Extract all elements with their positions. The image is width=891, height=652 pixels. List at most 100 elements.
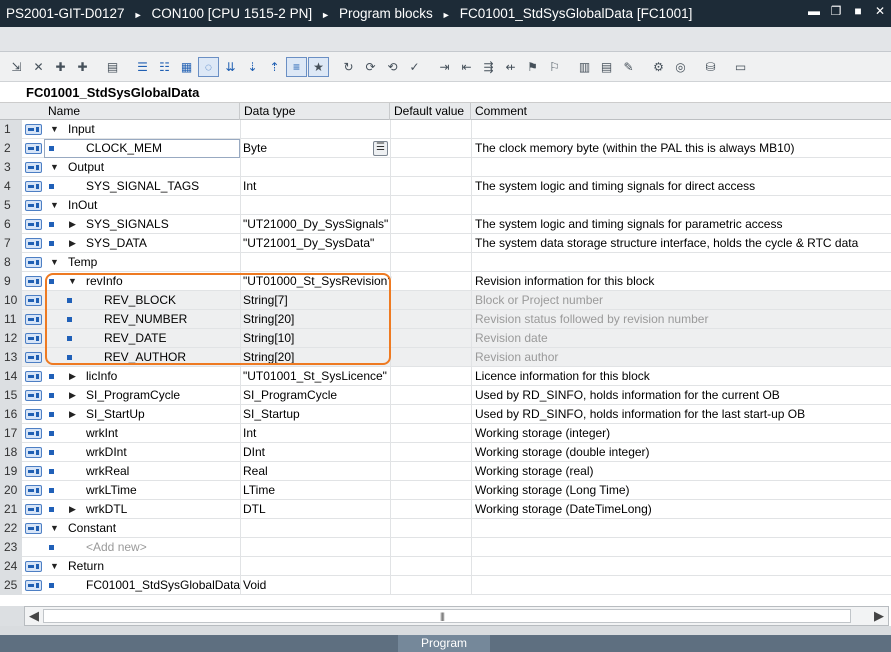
member-name[interactable]: SI_StartUp: [86, 405, 145, 424]
favorites-icon[interactable]: ★: [308, 56, 329, 77]
collapse-icon[interactable]: ⇡: [264, 57, 285, 77]
view-network-icon[interactable]: ☷: [154, 57, 175, 77]
comment-cell[interactable]: Block or Project number: [475, 291, 603, 310]
monitoring-icon[interactable]: ⚙: [648, 57, 669, 77]
row-number[interactable]: 6: [0, 215, 22, 234]
collapse-arrow-icon[interactable]: ▼: [50, 125, 59, 134]
column-header-default-value[interactable]: Default value: [390, 103, 471, 120]
bookmark-next-icon[interactable]: ⚐: [544, 57, 565, 77]
comment-cell[interactable]: Revision information for this block: [475, 272, 654, 291]
row-number[interactable]: 24: [0, 557, 22, 576]
collapse-arrow-icon[interactable]: ▼: [50, 524, 59, 533]
collapse-arrow-icon[interactable]: ▼: [50, 258, 59, 267]
row-number[interactable]: 20: [0, 481, 22, 500]
comment-cell[interactable]: Revision status followed by revision num…: [475, 310, 708, 329]
row-number[interactable]: 4: [0, 177, 22, 196]
table-row[interactable]: 19 wrkReal Real Working storage (real): [0, 462, 891, 481]
section-name[interactable]: Temp: [68, 253, 97, 272]
table-row[interactable]: 1 ▼ Input: [0, 120, 891, 139]
table-row[interactable]: 6 ▶ SYS_SIGNALS "UT21000_Dy_SysSignals" The …: [0, 215, 891, 234]
comment-icon[interactable]: ◌: [198, 56, 219, 77]
maximize-icon[interactable]: ■: [851, 4, 865, 18]
row-number[interactable]: 15: [0, 386, 22, 405]
comment-cell[interactable]: Revision date: [475, 329, 548, 348]
more-icon[interactable]: ▭: [730, 57, 751, 77]
table-row[interactable]: 20 wrkLTime LTime Working storage (Long Tim…: [0, 481, 891, 500]
row-number[interactable]: 14: [0, 367, 22, 386]
comment-cell[interactable]: The system data storage structure interf…: [475, 234, 858, 253]
row-number[interactable]: 13: [0, 348, 22, 367]
comment-cell[interactable]: Working storage (integer): [475, 424, 610, 443]
table-row[interactable]: 16 ▶ SI_StartUp SI_Startup Used by RD_SINFO,…: [0, 405, 891, 424]
data-type-cell[interactable]: "UT21001_Dy_SysData": [243, 234, 374, 253]
row-number[interactable]: 8: [0, 253, 22, 272]
data-type-dropdown-icon[interactable]: ☰: [373, 141, 388, 156]
data-type-cell[interactable]: Real: [243, 462, 268, 481]
expand-icon[interactable]: ⇣: [242, 57, 263, 77]
row-number[interactable]: 22: [0, 519, 22, 538]
monitor-icon[interactable]: ▤: [102, 57, 123, 77]
data-type-cell[interactable]: SI_Startup: [243, 405, 300, 424]
member-name[interactable]: CLOCK_MEM: [86, 139, 162, 158]
column-header-comment[interactable]: Comment: [471, 103, 891, 120]
table-row[interactable]: 3 ▼ Output: [0, 158, 891, 177]
row-number[interactable]: 16: [0, 405, 22, 424]
scroll-right-icon[interactable]: ▶: [870, 607, 888, 625]
row-number[interactable]: 18: [0, 443, 22, 462]
data-type-cell[interactable]: LTime: [243, 481, 275, 500]
row-number[interactable]: 2: [0, 139, 22, 158]
comment-cell[interactable]: The clock memory byte (within the PAL th…: [475, 139, 794, 158]
comment-cell[interactable]: Working storage (DateTimeLong): [475, 500, 652, 519]
row-number[interactable]: 17: [0, 424, 22, 443]
row-number[interactable]: 11: [0, 310, 22, 329]
check-icon[interactable]: ✓: [404, 57, 425, 77]
member-name[interactable]: SYS_SIGNAL_TAGS: [86, 177, 199, 196]
columns-icon[interactable]: ▥: [574, 57, 595, 77]
breadcrumb-block[interactable]: FC01001_StdSysGlobalData [FC1001]: [460, 6, 693, 21]
comment-cell[interactable]: Licence information for this block: [475, 367, 650, 386]
table-row[interactable]: 5 ▼ InOut: [0, 196, 891, 215]
data-type-cell[interactable]: Int: [243, 424, 256, 443]
horizontal-scrollbar[interactable]: ◀ ||| ▶: [24, 606, 889, 626]
member-name[interactable]: wrkReal: [86, 462, 129, 481]
table-row[interactable]: 21 ▶ wrkDTL DTL Working storage (DateTimeLon…: [0, 500, 891, 519]
insert-network-icon[interactable]: ✚: [50, 57, 71, 77]
data-type-cell[interactable]: SI_ProgramCycle: [243, 386, 337, 405]
scroll-left-icon[interactable]: ◀: [25, 607, 43, 625]
indent-icon[interactable]: ⇥: [434, 57, 455, 77]
goto-next-icon[interactable]: ⟳: [360, 57, 381, 77]
view-block-icon[interactable]: ☰: [132, 57, 153, 77]
collapse-arrow-icon[interactable]: ▼: [50, 201, 59, 210]
goto-icon[interactable]: ↻: [338, 57, 359, 77]
row-number[interactable]: 10: [0, 291, 22, 310]
member-name[interactable]: wrkInt: [86, 424, 118, 443]
row-number[interactable]: 21: [0, 500, 22, 519]
row-number[interactable]: 5: [0, 196, 22, 215]
restore-icon[interactable]: ❐: [829, 4, 843, 18]
breadcrumb-device[interactable]: CON100 [CPU 1515-2 PN]: [152, 6, 313, 21]
list-icon[interactable]: ≡: [286, 56, 307, 77]
view-table-icon[interactable]: ▦: [176, 57, 197, 77]
pencil-icon[interactable]: ✎: [618, 57, 639, 77]
comment-cell[interactable]: The system logic and timing signals for …: [475, 215, 782, 234]
section-name[interactable]: Output: [68, 158, 104, 177]
data-type-cell[interactable]: Void: [243, 576, 266, 595]
breadcrumb-folder[interactable]: Program blocks: [339, 6, 433, 21]
data-type-cell[interactable]: "UT21000_Dy_SysSignals": [243, 215, 388, 234]
comment-lines-icon[interactable]: ⇶: [478, 57, 499, 77]
member-name[interactable]: <Add new>: [86, 538, 147, 557]
table-row[interactable]: 17 wrkInt Int Working storage (integer): [0, 424, 891, 443]
data-type-cell[interactable]: DInt: [243, 443, 265, 462]
data-type-cell[interactable]: "UT01001_St_SysLicence": [243, 367, 387, 386]
member-name[interactable]: wrkDTL: [86, 500, 127, 519]
member-name[interactable]: SI_ProgramCycle: [86, 386, 180, 405]
comment-cell[interactable]: Working storage (Long Time): [475, 481, 630, 500]
row-number[interactable]: 1: [0, 120, 22, 139]
snapshot-icon[interactable]: ⛁: [700, 57, 721, 77]
comment-cell[interactable]: Used by RD_SINFO, holds information for …: [475, 386, 780, 405]
expand-arrow-icon[interactable]: ▶: [68, 239, 77, 248]
expand-arrow-icon[interactable]: ▶: [68, 372, 77, 381]
table-row[interactable]: 25 FC01001_StdSysGlobalData Void: [0, 576, 891, 595]
row-number[interactable]: 9: [0, 272, 22, 291]
data-type-cell[interactable]: DTL: [243, 500, 266, 519]
